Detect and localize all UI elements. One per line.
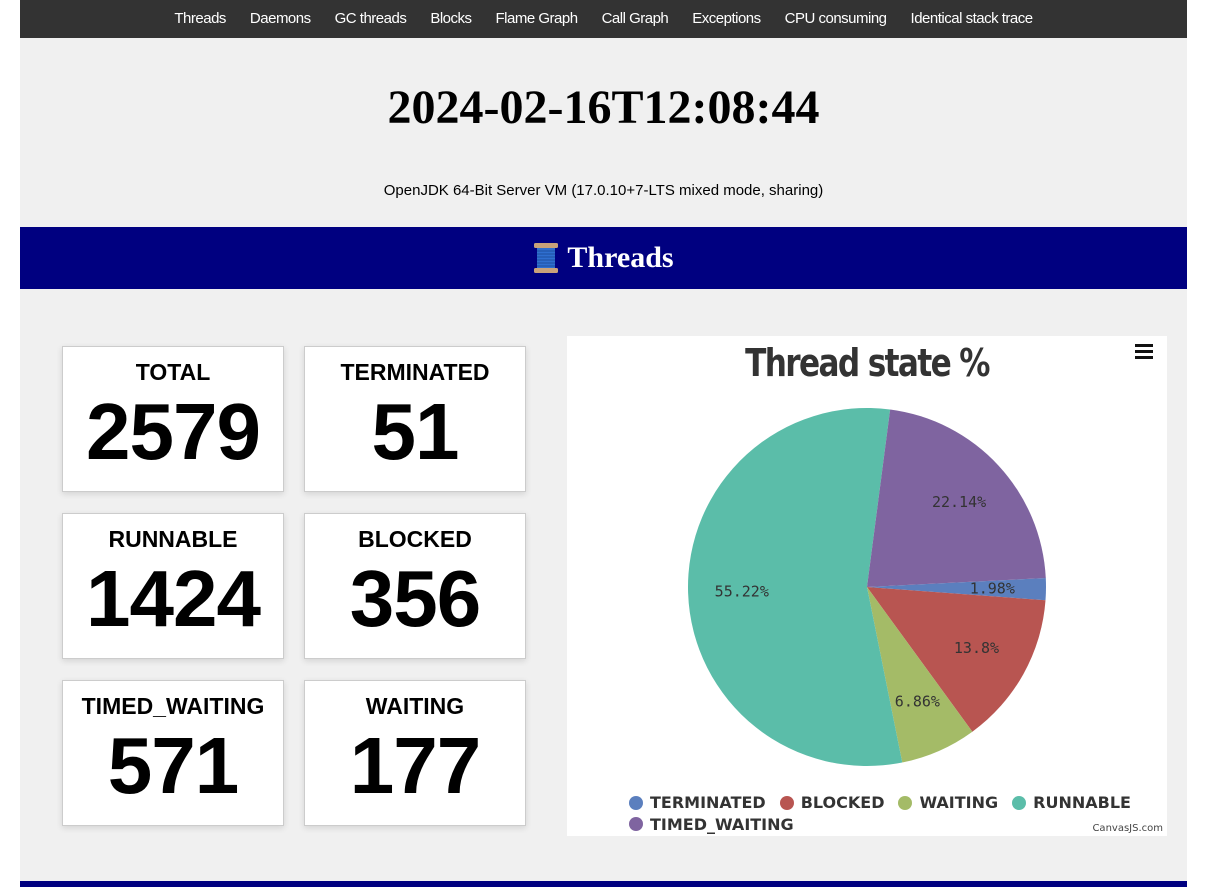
stat-label: RUNNABLE: [108, 526, 238, 552]
section-title: Threads: [567, 241, 674, 274]
stat-card-timed-waiting: TIMED_WAITING 571: [62, 680, 284, 826]
nav-blocks[interactable]: Blocks: [430, 0, 472, 38]
chart-title: Thread state %: [745, 341, 990, 385]
stat-value: 1424: [86, 554, 261, 643]
legend-label: WAITING: [919, 793, 999, 812]
stat-value: 177: [349, 721, 481, 810]
legend-label: RUNNABLE: [1033, 793, 1131, 812]
legend-item-waiting[interactable]: WAITING: [898, 792, 998, 813]
chart-credit[interactable]: CanvasJS.com: [1092, 823, 1163, 834]
nav-gc-threads[interactable]: GC threads: [335, 0, 407, 38]
nav-exceptions[interactable]: Exceptions: [692, 0, 761, 38]
pie-label-terminated: 1.98%: [970, 580, 1015, 598]
nav-cpu-consuming[interactable]: CPU consuming: [785, 0, 887, 38]
nav-identical-stack-trace[interactable]: Identical stack trace: [911, 0, 1034, 38]
stat-value: 2579: [86, 387, 261, 476]
nav-daemons[interactable]: Daemons: [250, 0, 311, 38]
stat-label: TOTAL: [135, 359, 211, 385]
spool-of-thread-icon: [534, 243, 559, 273]
legend-marker: [1012, 795, 1027, 810]
stat-label: BLOCKED: [358, 526, 472, 552]
legend-label: TIMED_WAITING: [650, 814, 794, 834]
vm-info: OpenJDK 64-Bit Server VM (17.0.10+7-LTS …: [383, 182, 824, 199]
chart-menu-icon[interactable]: [1135, 344, 1153, 360]
legend-marker: [898, 795, 913, 810]
pie-chart: 1.98% 13.8% 6.86% 55.22% 22.14%: [687, 408, 1046, 766]
legend-label: BLOCKED: [800, 793, 885, 812]
next-section-header: [20, 881, 1187, 887]
nav-flame-graph[interactable]: Flame Graph: [496, 0, 579, 38]
stat-label: TIMED_WAITING: [81, 693, 265, 719]
legend-marker: [629, 795, 643, 810]
nav-call-graph[interactable]: Call Graph: [602, 0, 669, 38]
legend-item-terminated[interactable]: TERMINATED: [629, 792, 766, 813]
stat-card-runnable: RUNNABLE 1424: [62, 513, 284, 659]
stat-card-waiting: WAITING 177: [304, 680, 526, 826]
stat-label: WAITING: [365, 693, 465, 719]
pie-label-runnable: 55.22%: [715, 582, 769, 600]
legend-item-timed-waiting[interactable]: TIMED_WAITING: [629, 814, 794, 835]
legend-item-runnable[interactable]: RUNNABLE: [1012, 792, 1131, 813]
pie-label-waiting: 6.86%: [895, 693, 940, 711]
stat-card-total: TOTAL 2579: [62, 346, 284, 492]
stat-card-terminated: TERMINATED 51: [304, 346, 526, 492]
thread-state-chart: 1.98% 13.8% 6.86% 55.22% 22.14% Thread state…: [567, 336, 1167, 836]
legend-label: TERMINATED: [650, 793, 766, 812]
threads-section-header: Threads: [20, 227, 1187, 289]
stat-value: 571: [107, 721, 239, 810]
stat-label: TERMINATED: [340, 359, 490, 385]
pie-label-timed-waiting: 22.14%: [932, 493, 986, 511]
legend-item-blocked[interactable]: BLOCKED: [779, 792, 885, 813]
legend-marker: [629, 817, 643, 831]
page-margin-left: [0, 0, 20, 887]
stat-card-blocked: BLOCKED 356: [304, 513, 526, 659]
nav-threads[interactable]: Threads: [174, 0, 226, 38]
legend-marker: [779, 795, 794, 810]
pie-label-blocked: 13.8%: [954, 639, 999, 657]
stat-value: 51: [371, 387, 460, 476]
dump-timestamp: 2024-02-16T12:08:44: [387, 81, 820, 134]
top-navigation: Threads Daemons GC threads Blocks Flame …: [20, 0, 1187, 38]
page-margin-right: [1187, 0, 1207, 887]
stat-value: 356: [349, 554, 481, 643]
chart-legend: TERMINATED BLOCKED WAITING RUNNABLE TIMED_WA…: [629, 792, 1149, 835]
